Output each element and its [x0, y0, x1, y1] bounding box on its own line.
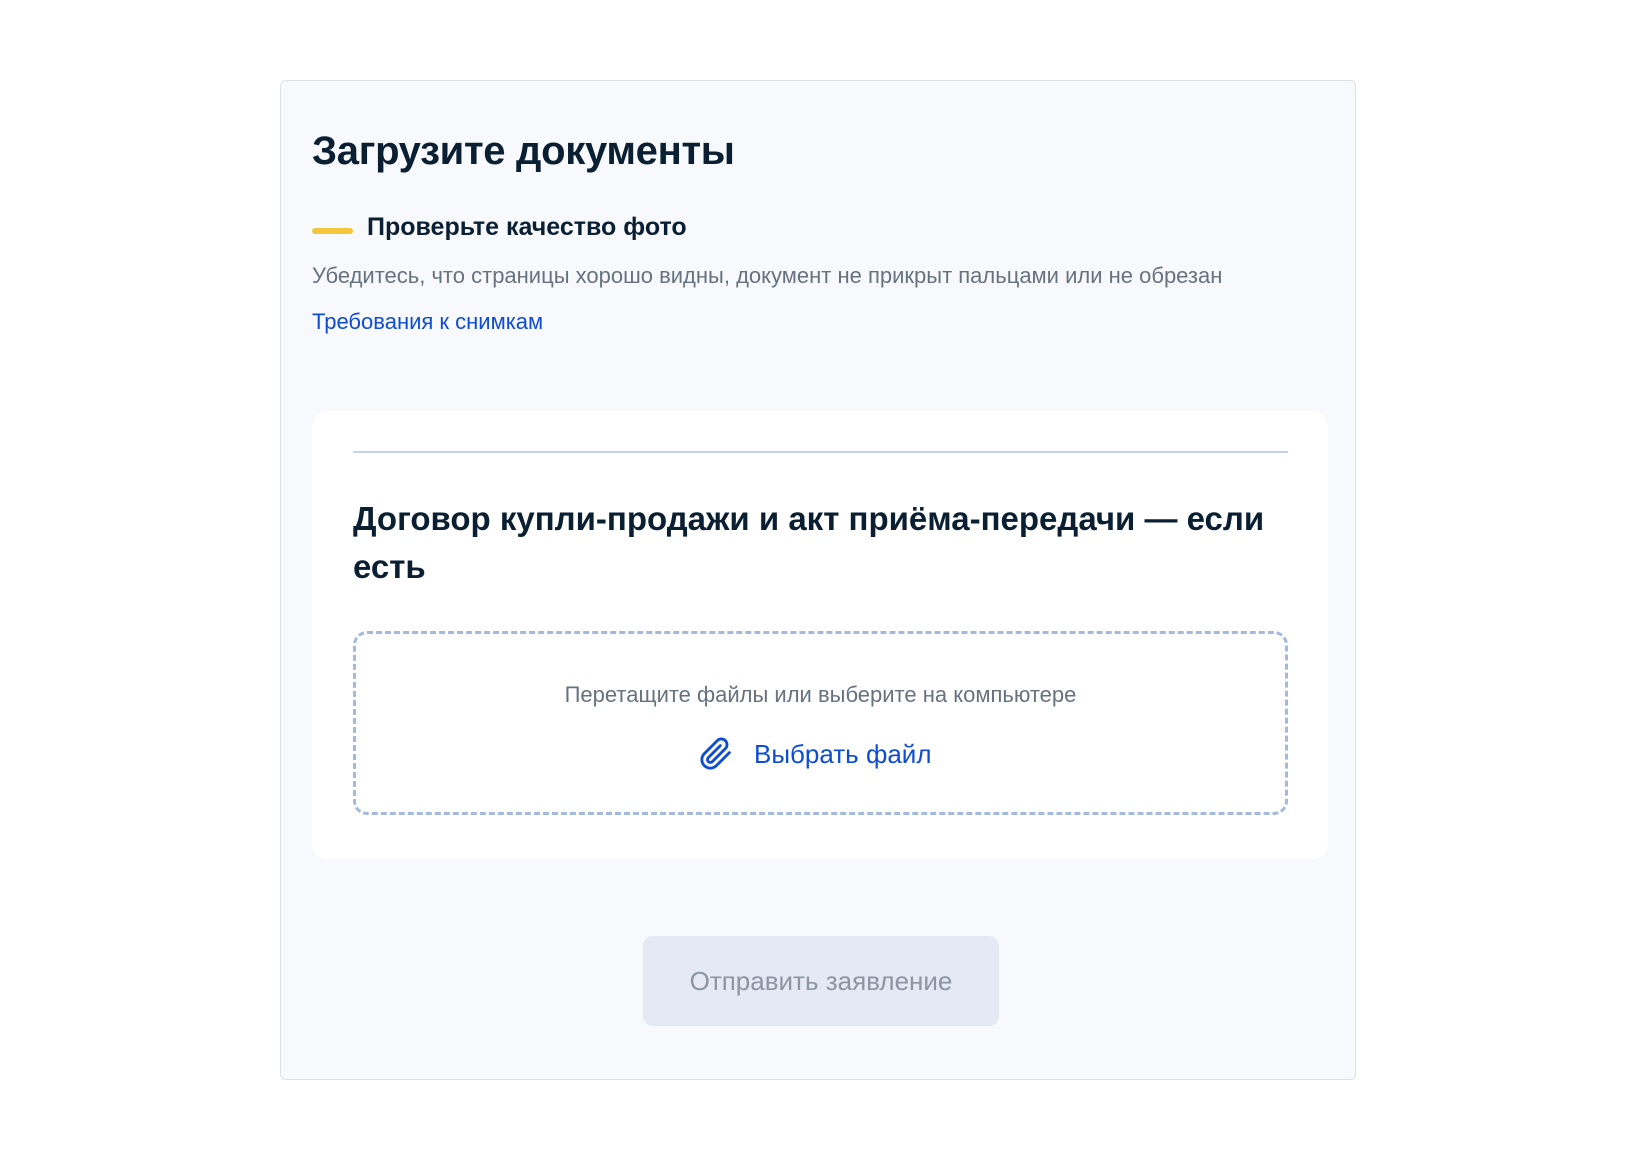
- upload-documents-panel: Загрузите документы Проверьте качество ф…: [280, 80, 1356, 1080]
- page-title: Загрузите документы: [312, 129, 735, 173]
- document-upload-card: Договор купли-продажи и акт приёма-перед…: [312, 411, 1328, 859]
- paperclip-icon: [699, 737, 733, 771]
- card-divider: [353, 451, 1288, 453]
- notice-title: Проверьте качество фото: [367, 213, 687, 241]
- file-dropzone[interactable]: Перетащите файлы или выберите на компьют…: [353, 631, 1288, 815]
- choose-file-label: Выбрать файл: [754, 738, 932, 769]
- submit-application-button[interactable]: Отправить заявление: [643, 936, 999, 1026]
- photo-requirements-link[interactable]: Требования к снимкам: [312, 309, 543, 335]
- notice-text: Убедитесь, что страницы хорошо видны, до…: [312, 263, 1223, 288]
- dropzone-hint: Перетащите файлы или выберите на компьют…: [564, 682, 1077, 707]
- document-title: Договор купли-продажи и акт приёма-перед…: [353, 500, 1265, 585]
- notice-accent-bar: [312, 228, 353, 234]
- choose-file-button[interactable]: Выбрать файл: [699, 734, 932, 774]
